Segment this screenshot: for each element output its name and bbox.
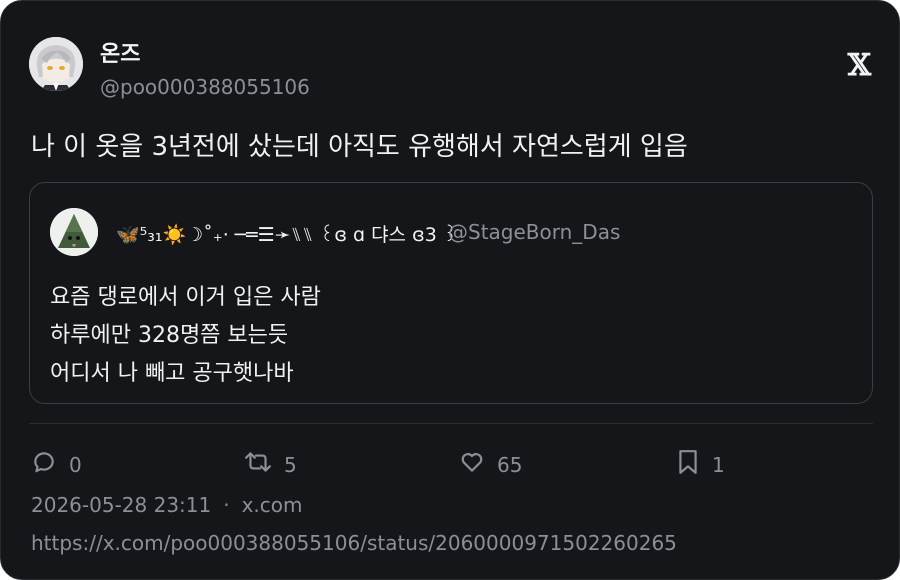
reply-icon <box>34 452 54 473</box>
separator: · <box>223 493 230 517</box>
quoted-tweet[interactable]: 🦋⁵₃₁☀️☽˚₊‧ ─═☰➛⑊⑊ ꒰ɞ ɑ 댜스 ɞ3 ꒱ @StageBor… <box>29 182 873 404</box>
timestamp[interactable]: 2026-05-28 23:11 <box>31 493 211 517</box>
quoted-handle[interactable]: @StageBorn_Das <box>448 220 620 244</box>
quoted-author-avatar[interactable] <box>50 208 98 256</box>
quoted-line: 하루에만 328명쯤 보는듯 <box>50 323 289 348</box>
heart-icon <box>461 453 483 472</box>
tweet-text: 나 이 옷을 3년전에 샀는데 아직도 유행해서 자연스럽게 입음 <box>31 132 688 162</box>
tweet-url[interactable]: https://x.com/poo000388055106/status/206… <box>31 531 677 555</box>
author-avatar[interactable] <box>29 37 83 91</box>
bookmark-icon <box>679 450 697 474</box>
retweet-count: 5 <box>284 453 297 477</box>
quoted-display-name[interactable]: 🦋⁵₃₁☀️☽˚₊‧ ─═☰➛⑊⑊ ꒰ɞ ɑ 댜스 ɞ3 ꒱ <box>116 220 458 247</box>
retweet-button[interactable]: 5 <box>244 447 297 477</box>
quoted-tweet-text: 요즘 댕로에서 이거 입은 사람 하루에만 328명쯤 보는듯 어디서 나 빼고… <box>50 279 321 393</box>
x-logo-icon[interactable]: 𝕏 <box>848 51 871 81</box>
green-cone-avatar-image <box>50 208 98 256</box>
tweet-meta: 2026-05-28 23:11 · x.com <box>31 493 303 517</box>
author-display-name[interactable]: 온즈 <box>100 36 140 68</box>
author-handle[interactable]: @poo000388055106 <box>100 75 310 99</box>
bookmark-button[interactable]: 1 <box>676 447 725 477</box>
bookmark-count: 1 <box>712 453 725 477</box>
retweet-icon <box>245 452 271 472</box>
reply-count: 0 <box>69 453 82 477</box>
quoted-line: 요즘 댕로에서 이거 입은 사람 <box>50 285 321 310</box>
like-count: 65 <box>497 453 523 477</box>
reply-button[interactable]: 0 <box>31 447 82 477</box>
source-link[interactable]: x.com <box>242 493 303 517</box>
anime-avatar-image <box>29 37 83 91</box>
like-button[interactable]: 65 <box>459 447 522 477</box>
quoted-line: 어디서 나 빼고 공구햇나바 <box>50 361 294 386</box>
divider <box>29 423 873 424</box>
tweet-card: 온즈 @poo000388055106 𝕏 나 이 옷을 3년전에 샀는데 아직… <box>0 0 900 580</box>
